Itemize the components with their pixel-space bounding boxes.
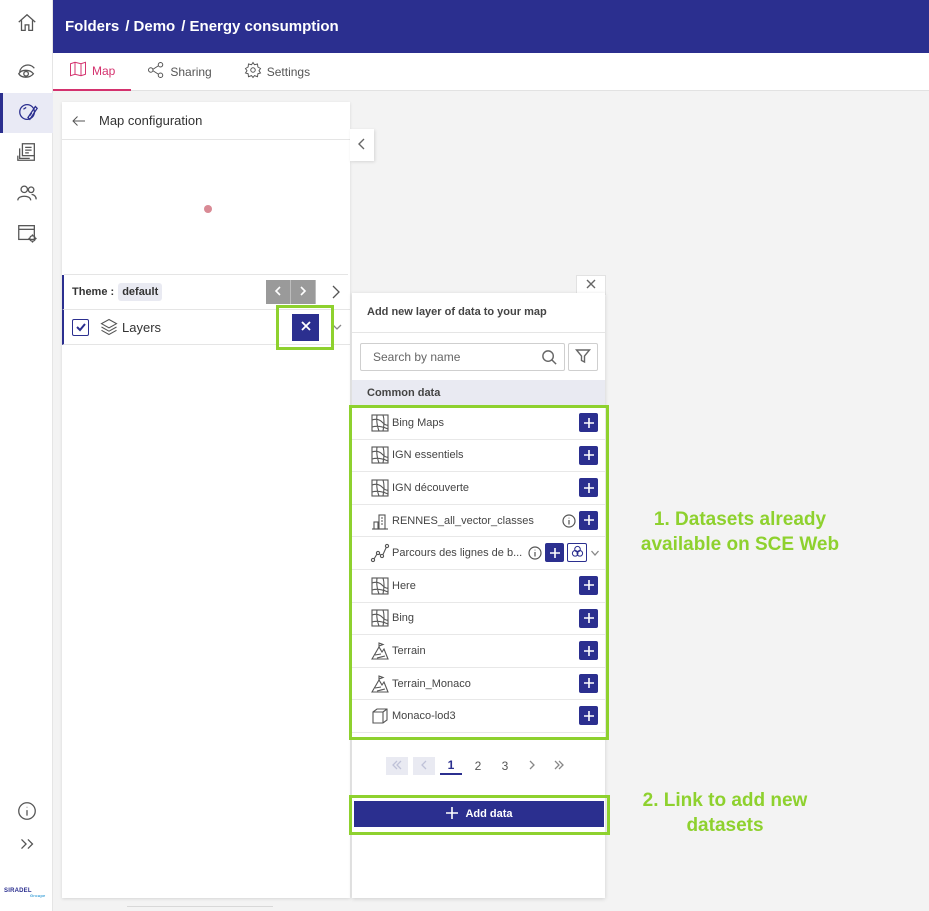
catalog-button[interactable] <box>0 133 53 173</box>
expand-rail-button[interactable] <box>0 825 53 865</box>
users-button[interactable] <box>0 174 53 214</box>
chevron-left-icon <box>356 137 368 154</box>
breadcrumb-folders[interactable]: Folders <box>65 18 119 35</box>
theme-open-icon[interactable] <box>329 284 343 300</box>
viewer-button[interactable] <box>0 52 53 92</box>
tab-settings[interactable]: Settings <box>228 53 326 91</box>
admin-icon <box>16 222 38 247</box>
chevron-left-icon <box>418 759 430 774</box>
double-chevron-left-icon <box>391 759 403 774</box>
next-page-button[interactable] <box>521 757 543 775</box>
layers-icon <box>99 317 119 337</box>
chevron-left-icon <box>272 285 284 300</box>
expand-icon <box>16 833 38 858</box>
layers-label: Layers <box>122 319 162 335</box>
theme-prev-button[interactable] <box>266 280 291 304</box>
first-page-button[interactable] <box>386 757 408 775</box>
tab-sharing[interactable]: Sharing <box>131 53 227 91</box>
close-add-layer-button[interactable] <box>292 314 319 341</box>
preview-marker <box>204 205 212 213</box>
eye-icon <box>16 60 38 85</box>
tab-bar: Map Sharing Settings <box>53 53 929 91</box>
theme-next-button[interactable] <box>291 280 316 304</box>
tab-settings-label: Settings <box>266 64 311 79</box>
back-arrow-icon[interactable] <box>70 112 88 130</box>
layers-checkbox[interactable] <box>72 318 89 336</box>
dialog-close-button[interactable] <box>576 275 606 295</box>
divider <box>352 332 605 333</box>
pagination: 1 2 3 <box>386 757 575 775</box>
highlight-add-data <box>349 795 610 835</box>
annotation-add-link: 2. Link to add new datasets <box>615 788 835 838</box>
highlight-dataset-list <box>349 405 609 740</box>
map-config-panel: Map configuration Theme : default Layers <box>62 102 350 898</box>
catalog-icon <box>16 141 38 166</box>
filter-button[interactable] <box>568 343 598 371</box>
breadcrumb-demo[interactable]: / Demo <box>125 18 175 35</box>
brand-logo: SIRADEL Groupe <box>4 888 46 898</box>
close-icon <box>300 320 312 335</box>
admin-button[interactable] <box>0 214 53 254</box>
dialog-title: Add new layer of data to your map <box>367 306 547 318</box>
page-1[interactable]: 1 <box>440 757 462 775</box>
gear-icon <box>244 61 267 82</box>
annotation-datasets-line1: 1. Datasets already <box>653 509 827 530</box>
panel-header: Map configuration <box>62 102 350 140</box>
close-icon <box>585 278 597 293</box>
left-rail: SIRADEL Groupe <box>0 0 53 911</box>
annotation-datasets: 1. Datasets already available on SCE Web <box>630 507 850 557</box>
tab-sharing-label: Sharing <box>170 64 212 79</box>
users-icon <box>16 182 38 207</box>
breadcrumb-current: / Energy consumption <box>181 18 339 35</box>
search-placeholder: Search by name <box>373 350 461 364</box>
breadcrumb: Folders / Demo / Energy consumption <box>53 0 929 53</box>
last-page-button[interactable] <box>548 757 570 775</box>
theme-label: Theme : <box>72 286 115 298</box>
search-icon[interactable] <box>541 349 558 366</box>
theme-pager <box>266 280 316 304</box>
annotation-datasets-line2: available on SCE Web <box>640 534 840 555</box>
panel-title: Map configuration <box>99 113 203 128</box>
chevron-right-icon <box>526 759 538 774</box>
home-button[interactable] <box>0 4 53 44</box>
info-icon <box>16 800 38 825</box>
page-2[interactable]: 2 <box>467 757 489 775</box>
home-icon <box>16 12 38 37</box>
annotation-add-line1: 2. Link to add new <box>642 790 808 811</box>
tab-map-label: Map <box>92 63 116 78</box>
double-chevron-right-icon <box>553 759 565 774</box>
filter-icon <box>575 348 591 367</box>
brush-icon <box>17 101 39 126</box>
divider <box>127 906 273 911</box>
map-icon <box>69 60 92 81</box>
prev-page-button[interactable] <box>413 757 435 775</box>
map-preview[interactable] <box>64 142 348 275</box>
tab-map[interactable]: Map <box>53 53 132 91</box>
share-icon <box>147 61 170 82</box>
page-3[interactable]: 3 <box>494 757 516 775</box>
editor-button[interactable] <box>0 93 53 133</box>
section-header: Common data <box>352 380 605 406</box>
theme-value: default <box>118 283 163 301</box>
chevron-right-icon <box>297 285 309 300</box>
annotation-add-line2: datasets <box>686 815 764 836</box>
collapse-panel-button[interactable] <box>350 129 374 161</box>
search-input[interactable]: Search by name <box>360 343 565 371</box>
